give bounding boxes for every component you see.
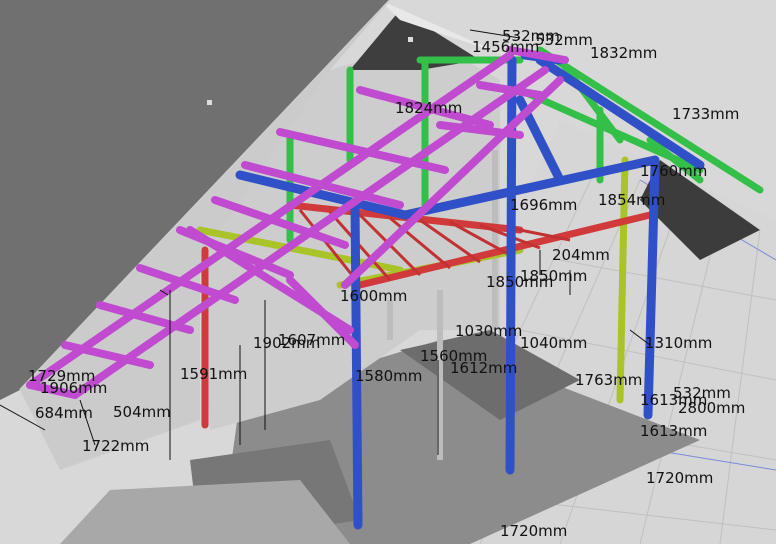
dim-label: 532mm [535, 31, 593, 49]
dim-label: 1030mm [455, 322, 522, 340]
dim-label: 1824mm [395, 99, 462, 117]
cad-3d-viewport[interactable]: 532mm 1456mm 532mm 1832mm 1824mm 1733mm … [0, 0, 776, 544]
dim-label: 504mm [113, 403, 171, 421]
dim-label: 1720mm [646, 469, 713, 487]
dim-label: 1696mm [510, 196, 577, 214]
dim-label: 204mm [552, 246, 610, 264]
dim-label: 1832mm [590, 44, 657, 62]
dim-label: 1854mm [598, 191, 665, 209]
dim-label: 1722mm [82, 437, 149, 455]
dim-label: 1906mm [40, 379, 107, 397]
dim-label: 1763mm [575, 371, 642, 389]
dim-label: 684mm [35, 404, 93, 422]
dim-label: 1612mm [450, 359, 517, 377]
dim-label: 1456mm [472, 38, 539, 56]
roof-frame-model: 532mm 1456mm 532mm 1832mm 1824mm 1733mm … [0, 0, 776, 544]
dim-label: 2800mm [678, 399, 745, 417]
dim-label: 1580mm [355, 367, 422, 385]
dim-label: 1613mm [640, 422, 707, 440]
dim-label: 1310mm [645, 334, 712, 352]
dim-label: 1850mm [520, 267, 587, 285]
dim-label: 1760mm [640, 162, 707, 180]
dim-label: 1600mm [340, 287, 407, 305]
dim-label: 1591mm [180, 365, 247, 383]
dim-label: 1733mm [672, 105, 739, 123]
dim-label: 1040mm [520, 334, 587, 352]
dim-label: 1720mm [500, 522, 567, 540]
dim-label: 1902mm [253, 334, 320, 352]
